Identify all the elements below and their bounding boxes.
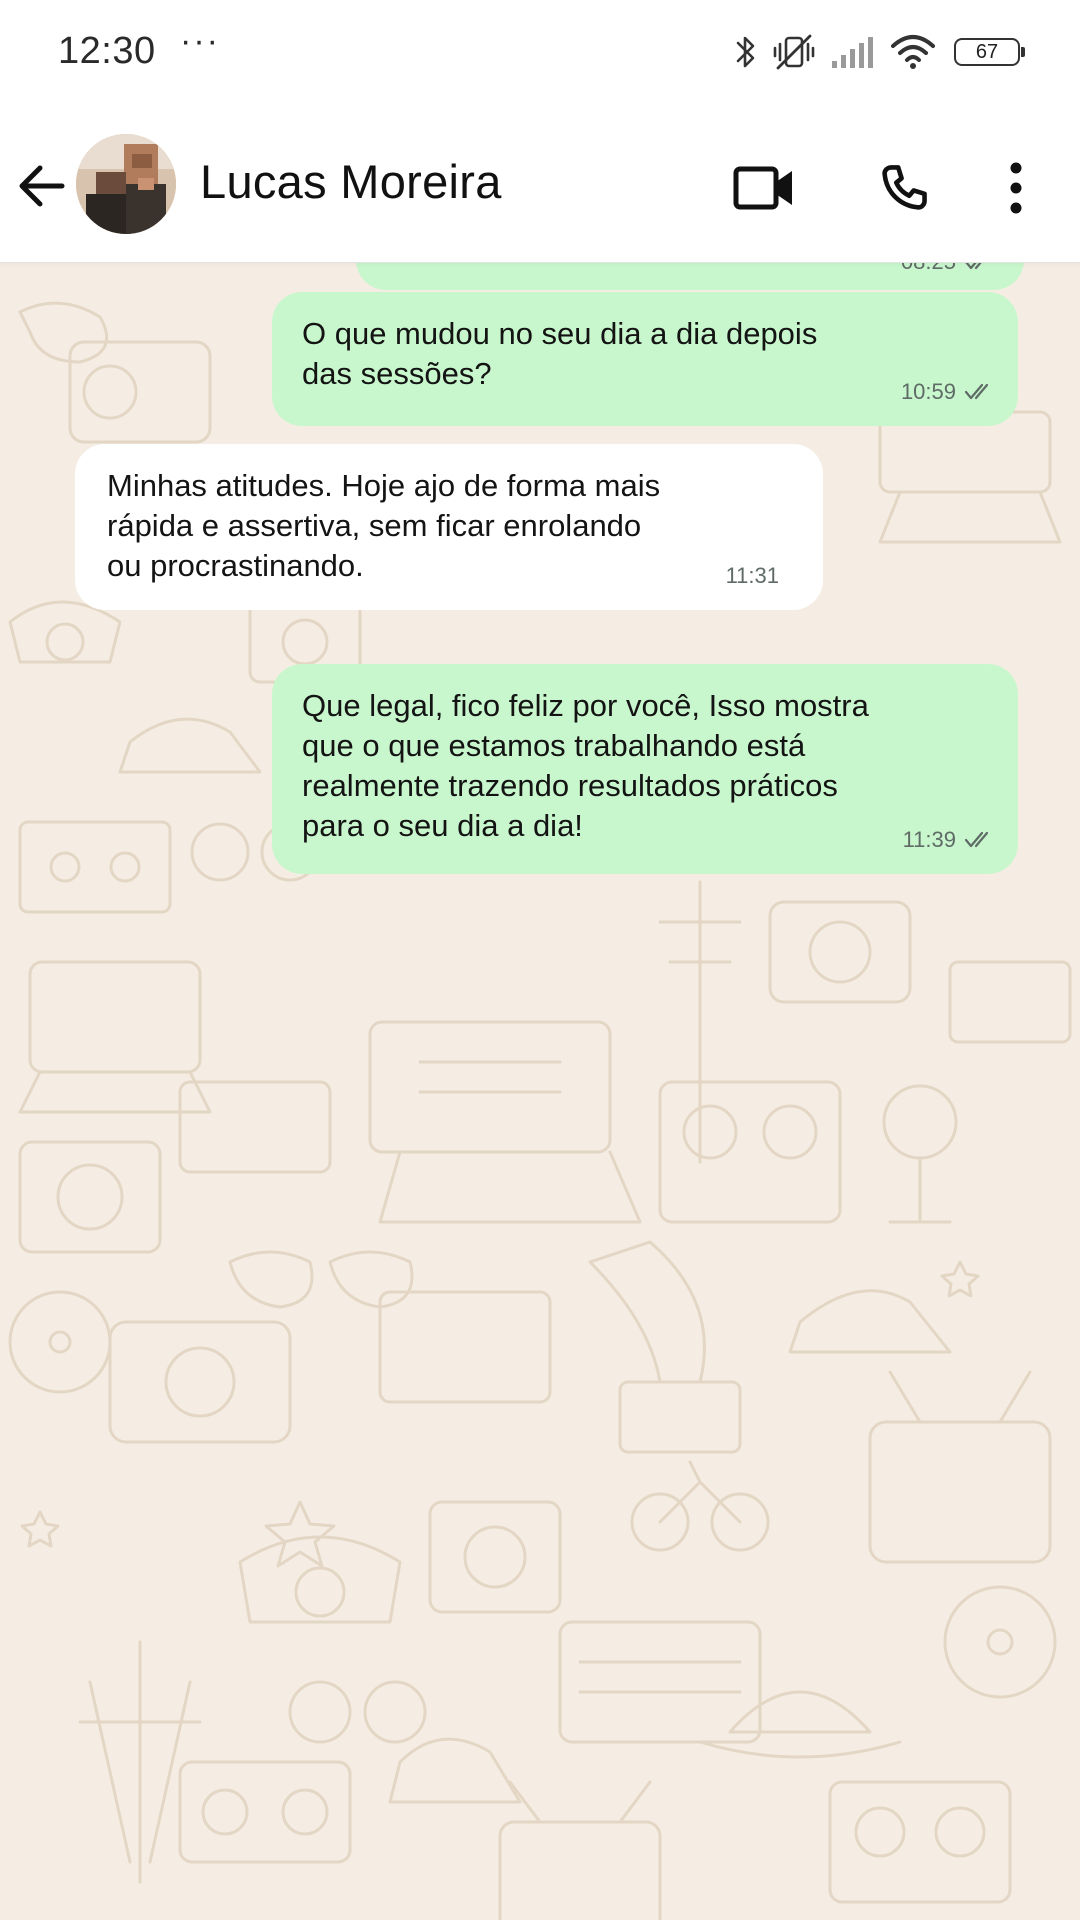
battery-level: 67 [975, 40, 999, 63]
back-arrow-icon [19, 165, 65, 207]
status-more-indicator: ··· [180, 22, 220, 60]
more-options-button[interactable] [988, 152, 1044, 224]
more-vert-icon [1010, 162, 1022, 214]
voice-call-button[interactable] [868, 152, 940, 224]
message-time: 11:31 [725, 563, 779, 588]
read-ticks-icon [964, 831, 989, 848]
status-icons: 67 [734, 30, 1025, 74]
message-text: Minhas atitudes. Hoje ajo de forma mais … [107, 468, 661, 583]
phone-call-icon [882, 165, 927, 210]
message-text: O que mudou no seu dia a dia depois das … [302, 316, 818, 391]
vibrate-muted-icon [772, 32, 816, 72]
back-button[interactable] [14, 158, 70, 214]
read-ticks-icon [964, 383, 989, 400]
chat-area[interactable]: 08:25 O que mudou no seu dia a dia depoi… [0, 262, 1080, 1920]
contact-name[interactable]: Lucas Moreira [200, 154, 502, 209]
status-bar: 12:30 ··· 67 [0, 0, 1080, 110]
battery-icon: 67 [954, 38, 1025, 66]
message-bubble-outgoing[interactable]: Que legal, fico feliz por você, Isso mos… [272, 664, 1018, 874]
chat-header: Lucas Moreira [0, 110, 1080, 263]
message-meta: 10:59 [901, 372, 994, 412]
signal-icon [830, 34, 876, 70]
message-bubble-incoming[interactable]: Minhas atitudes. Hoje ajo de forma mais … [75, 444, 823, 610]
message-meta: 11:31 [726, 556, 779, 596]
message-meta: 08:25 [901, 262, 994, 282]
message-text: Que legal, fico feliz por você, Isso mos… [302, 688, 869, 843]
message-meta: 11:39 [903, 820, 994, 860]
avatar[interactable] [76, 134, 176, 234]
message-time: 08:25 [901, 262, 956, 282]
message-time: 11:39 [902, 827, 956, 852]
wifi-icon [890, 34, 936, 70]
bluetooth-icon [734, 32, 758, 72]
read-ticks-icon [964, 262, 983, 270]
video-call-icon [733, 166, 792, 210]
message-time: 10:59 [900, 379, 956, 404]
status-time: 12:30 [58, 30, 156, 72]
message-bubble-outgoing[interactable]: 08:25 [356, 262, 1024, 290]
message-bubble-outgoing[interactable]: O que mudou no seu dia a dia depois das … [272, 292, 1018, 426]
video-call-button[interactable] [728, 152, 800, 224]
